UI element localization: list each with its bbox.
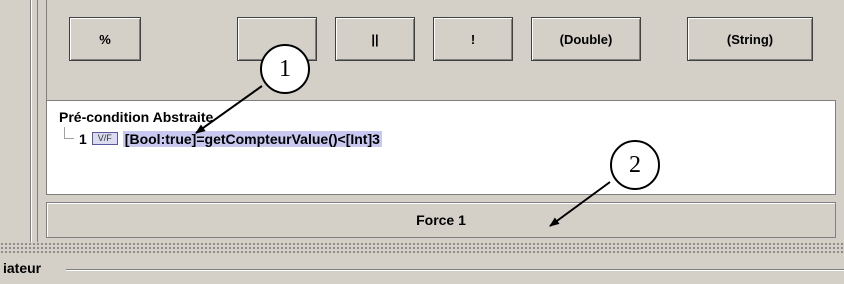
callout-1: 1 [260,44,310,94]
callout-2-arrow [549,181,611,227]
annotation-arrows [195,85,611,227]
callout-1-arrow [195,85,263,134]
callout-2: 2 [610,140,660,190]
window: % || ! (Double) (String) Pré-condition A… [0,0,844,284]
